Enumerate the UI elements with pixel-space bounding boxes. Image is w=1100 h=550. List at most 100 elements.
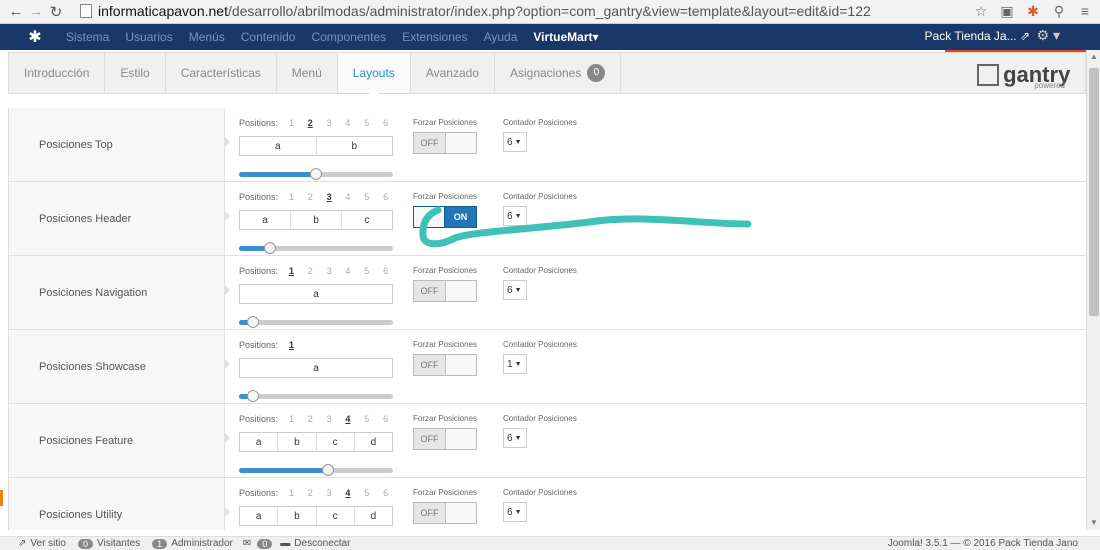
positions-slider[interactable] xyxy=(239,316,393,328)
position-counter-select[interactable]: 6 ▼ xyxy=(503,502,527,522)
scroll-up-icon[interactable]: ▲ xyxy=(1087,50,1100,64)
position-counter-select[interactable]: 6 ▼ xyxy=(503,132,527,152)
position-count-option[interactable]: 2 xyxy=(301,192,320,206)
site-link[interactable]: Pack Tienda Ja... ⇗ xyxy=(925,29,1030,43)
positions-slider[interactable] xyxy=(239,390,393,402)
view-site-link[interactable]: Ver sitio xyxy=(30,538,66,549)
position-count-option[interactable]: 2 xyxy=(301,118,320,132)
position-count-option[interactable]: 6 xyxy=(376,488,395,502)
joomla-logo-icon[interactable]: ✱ xyxy=(20,27,50,47)
position-cell[interactable]: b xyxy=(291,211,342,229)
gear-icon[interactable]: ⚙ ▾ xyxy=(1037,27,1060,44)
position-cell[interactable]: c xyxy=(317,507,355,525)
force-positions-toggle[interactable]: OFF xyxy=(413,428,477,450)
search-icon[interactable]: ⚲ xyxy=(1050,2,1068,20)
position-count-option[interactable]: 1 xyxy=(282,340,301,354)
position-count-option[interactable]: 5 xyxy=(357,488,376,502)
admin-menu-item[interactable]: Contenido xyxy=(233,30,304,44)
position-count-option[interactable]: 1 xyxy=(282,118,301,132)
position-count-option[interactable]: 5 xyxy=(357,266,376,280)
admin-menu-item[interactable]: Extensiones xyxy=(394,30,475,44)
position-counter-select[interactable]: 6 ▼ xyxy=(503,206,527,226)
admin-menu-item[interactable]: Usuarios xyxy=(117,30,180,44)
position-count-option[interactable]: 6 xyxy=(376,414,395,428)
position-cell[interactable]: a xyxy=(240,433,279,451)
position-cell[interactable]: c xyxy=(342,211,392,229)
reload-icon[interactable]: ↻ xyxy=(46,2,66,22)
tab-asignaciones[interactable]: Asignaciones 0 xyxy=(495,53,622,93)
position-count-option[interactable]: 5 xyxy=(357,414,376,428)
admin-menu-item[interactable]: Componentes xyxy=(303,30,394,44)
tab-caracter-sticas[interactable]: Características xyxy=(166,53,277,93)
position-count-option[interactable]: 2 xyxy=(301,266,320,280)
back-icon[interactable]: ← xyxy=(6,2,26,22)
position-count-option[interactable]: 1 xyxy=(282,414,301,428)
position-cell[interactable]: a xyxy=(240,507,279,525)
slider-knob[interactable] xyxy=(246,390,259,402)
position-counter-select[interactable]: 1 ▼ xyxy=(503,354,527,374)
position-cell[interactable]: a xyxy=(240,285,392,303)
position-count-option[interactable]: 4 xyxy=(339,192,358,206)
forward-icon[interactable]: → xyxy=(26,2,46,22)
admin-menu-item[interactable]: Ayuda xyxy=(476,30,526,44)
admin-menu-virtuemart[interactable]: VirtueMart▾ xyxy=(525,30,606,44)
position-cell[interactable]: a xyxy=(240,137,317,155)
slider-knob[interactable] xyxy=(246,316,259,328)
slider-knob[interactable] xyxy=(322,464,335,476)
address-bar[interactable]: informaticapavon.net/desarrollo/abrilmod… xyxy=(80,0,871,22)
star-icon[interactable]: ☆ xyxy=(972,2,990,20)
slider-knob[interactable] xyxy=(263,242,276,254)
position-count-option[interactable]: 2 xyxy=(301,488,320,502)
position-count-option[interactable]: 6 xyxy=(376,118,395,132)
position-count-option[interactable]: 2 xyxy=(301,414,320,428)
position-counter-select[interactable]: 6 ▼ xyxy=(503,428,527,448)
logout-link[interactable]: Desconectar xyxy=(294,538,350,549)
position-count-option[interactable]: 4 xyxy=(339,414,358,428)
positions-slider[interactable] xyxy=(239,464,393,476)
slider-knob[interactable] xyxy=(310,168,322,180)
force-positions-toggle[interactable]: ON xyxy=(413,206,477,228)
force-positions-toggle[interactable]: OFF xyxy=(413,354,477,376)
force-positions-toggle[interactable]: OFF xyxy=(413,502,477,524)
position-count-option[interactable]: 4 xyxy=(339,266,358,280)
admin-menu-item[interactable]: Menús xyxy=(181,30,233,44)
position-count-option[interactable]: 3 xyxy=(320,192,339,206)
position-cell[interactable]: b xyxy=(278,433,317,451)
scrollbar[interactable]: ▲ ▼ xyxy=(1086,50,1100,530)
position-count-option[interactable]: 3 xyxy=(320,266,339,280)
tab-introducci-n[interactable]: Introducción xyxy=(9,53,106,93)
extension-icon[interactable]: ▣ xyxy=(998,2,1016,20)
position-count-option[interactable]: 1 xyxy=(282,192,301,206)
position-count-option[interactable]: 4 xyxy=(339,118,358,132)
force-positions-toggle[interactable]: OFF xyxy=(413,132,477,154)
position-count-option[interactable]: 4 xyxy=(339,488,358,502)
menu-icon[interactable]: ≡ xyxy=(1076,2,1094,20)
tab-estilo[interactable]: Estilo xyxy=(105,53,166,93)
tab-layouts[interactable]: Layouts xyxy=(337,53,411,94)
tab-avanzado[interactable]: Avanzado xyxy=(411,53,495,93)
scroll-thumb[interactable] xyxy=(1089,68,1099,316)
position-count-option[interactable]: 3 xyxy=(320,118,339,132)
position-count-option[interactable]: 3 xyxy=(320,488,339,502)
positions-slider[interactable] xyxy=(239,242,393,254)
position-count-option[interactable]: 6 xyxy=(376,192,395,206)
position-cell[interactable]: d xyxy=(355,433,392,451)
position-counter-select[interactable]: 6 ▼ xyxy=(503,280,527,300)
position-count-option[interactable]: 6 xyxy=(376,266,395,280)
force-positions-toggle[interactable]: OFF xyxy=(413,280,477,302)
position-count-option[interactable]: 1 xyxy=(282,488,301,502)
position-count-option[interactable]: 5 xyxy=(357,118,376,132)
position-cell[interactable]: a xyxy=(240,359,392,377)
tab-men-[interactable]: Menú xyxy=(277,53,338,93)
joomla-extension-icon[interactable]: ✱ xyxy=(1024,2,1042,20)
position-count-option[interactable]: 1 xyxy=(282,266,301,280)
positions-slider[interactable] xyxy=(239,168,393,180)
position-cell[interactable]: c xyxy=(317,433,355,451)
position-cell[interactable]: b xyxy=(278,507,317,525)
scroll-down-icon[interactable]: ▼ xyxy=(1087,516,1100,530)
position-cell[interactable]: a xyxy=(240,211,291,229)
position-count-option[interactable]: 5 xyxy=(357,192,376,206)
position-count-option[interactable]: 3 xyxy=(320,414,339,428)
admin-menu-item[interactable]: Sistema xyxy=(58,30,117,44)
position-cell[interactable]: d xyxy=(355,507,392,525)
